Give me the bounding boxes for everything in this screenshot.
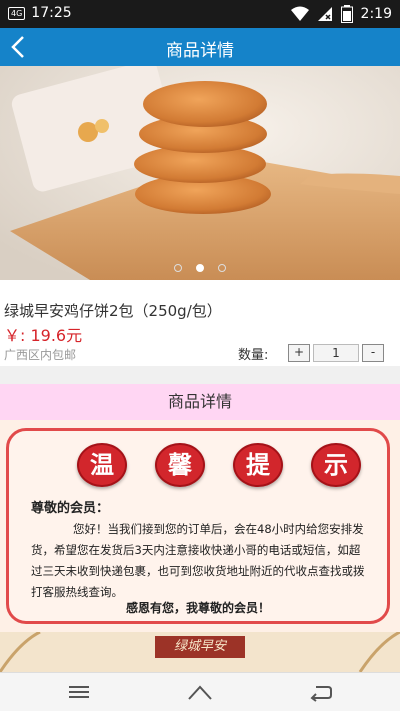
product-price: ￥: 19.6元 bbox=[4, 326, 83, 345]
product-image-carousel[interactable] bbox=[0, 66, 400, 280]
status-bar: 4G 17:25 2:19 bbox=[0, 0, 400, 28]
battery-icon bbox=[340, 5, 353, 23]
page-title: 商品详情 bbox=[166, 41, 234, 61]
notice-badge: 馨 bbox=[155, 443, 205, 487]
product-name: 绿城早安鸡仔饼2包（250g/包） bbox=[4, 302, 222, 320]
warm-notice-section: 温 馨 提 示 尊敬的会员： 您好！当我们接到您的订单后，会在48小时内给您安排… bbox=[0, 420, 400, 632]
home-icon[interactable] bbox=[187, 682, 213, 702]
app-bar: 商品详情 bbox=[0, 28, 400, 66]
network-type-badge: 4G bbox=[8, 6, 26, 20]
notice-body: 您好！当我们接到您的订单后，会在48小时内给您安排发货，希望您在发货后3天内注意… bbox=[31, 522, 365, 599]
carousel-dot[interactable] bbox=[174, 264, 182, 272]
notice-badge: 提 bbox=[233, 443, 283, 487]
notice-greeting: 尊敬的会员： bbox=[31, 501, 110, 516]
carousel-dot[interactable] bbox=[218, 264, 226, 272]
brand-banner: 绿城早安 bbox=[0, 632, 400, 672]
notice-badge: 示 bbox=[311, 443, 361, 487]
product-info: 绿城早安鸡仔饼2包（250g/包） ￥: 19.6元 广西区内包邮 数量: + … bbox=[0, 280, 400, 366]
battery-time: 2:19 bbox=[360, 6, 392, 22]
quantity-minus-button[interactable]: - bbox=[362, 344, 384, 362]
notice-badge: 温 bbox=[77, 443, 127, 487]
system-nav-bar bbox=[0, 672, 400, 711]
menu-icon[interactable] bbox=[66, 682, 92, 702]
signal-icon bbox=[317, 7, 332, 21]
shipping-info: 广西区内包邮 bbox=[4, 348, 77, 362]
quantity-input[interactable]: 1 bbox=[313, 344, 359, 362]
product-photo bbox=[0, 66, 400, 280]
wifi-icon bbox=[290, 6, 309, 21]
quantity-plus-button[interactable]: + bbox=[288, 344, 310, 362]
notice-frame: 温 馨 提 示 尊敬的会员： 您好！当我们接到您的订单后，会在48小时内给您安排… bbox=[6, 428, 390, 624]
notice-title-badges: 温 馨 提 示 bbox=[77, 443, 361, 487]
tab-product-details[interactable]: 商品详情 bbox=[0, 384, 400, 420]
status-time: 17:25 bbox=[31, 5, 72, 21]
back-icon[interactable] bbox=[308, 682, 334, 702]
brand-logo: 绿城早安 bbox=[155, 636, 245, 658]
quantity-label: 数量: bbox=[238, 348, 269, 363]
carousel-dots bbox=[0, 264, 400, 272]
notice-closing: 感恩有您，我尊敬的会员！ bbox=[125, 601, 270, 615]
carousel-dot-active[interactable] bbox=[196, 264, 204, 272]
